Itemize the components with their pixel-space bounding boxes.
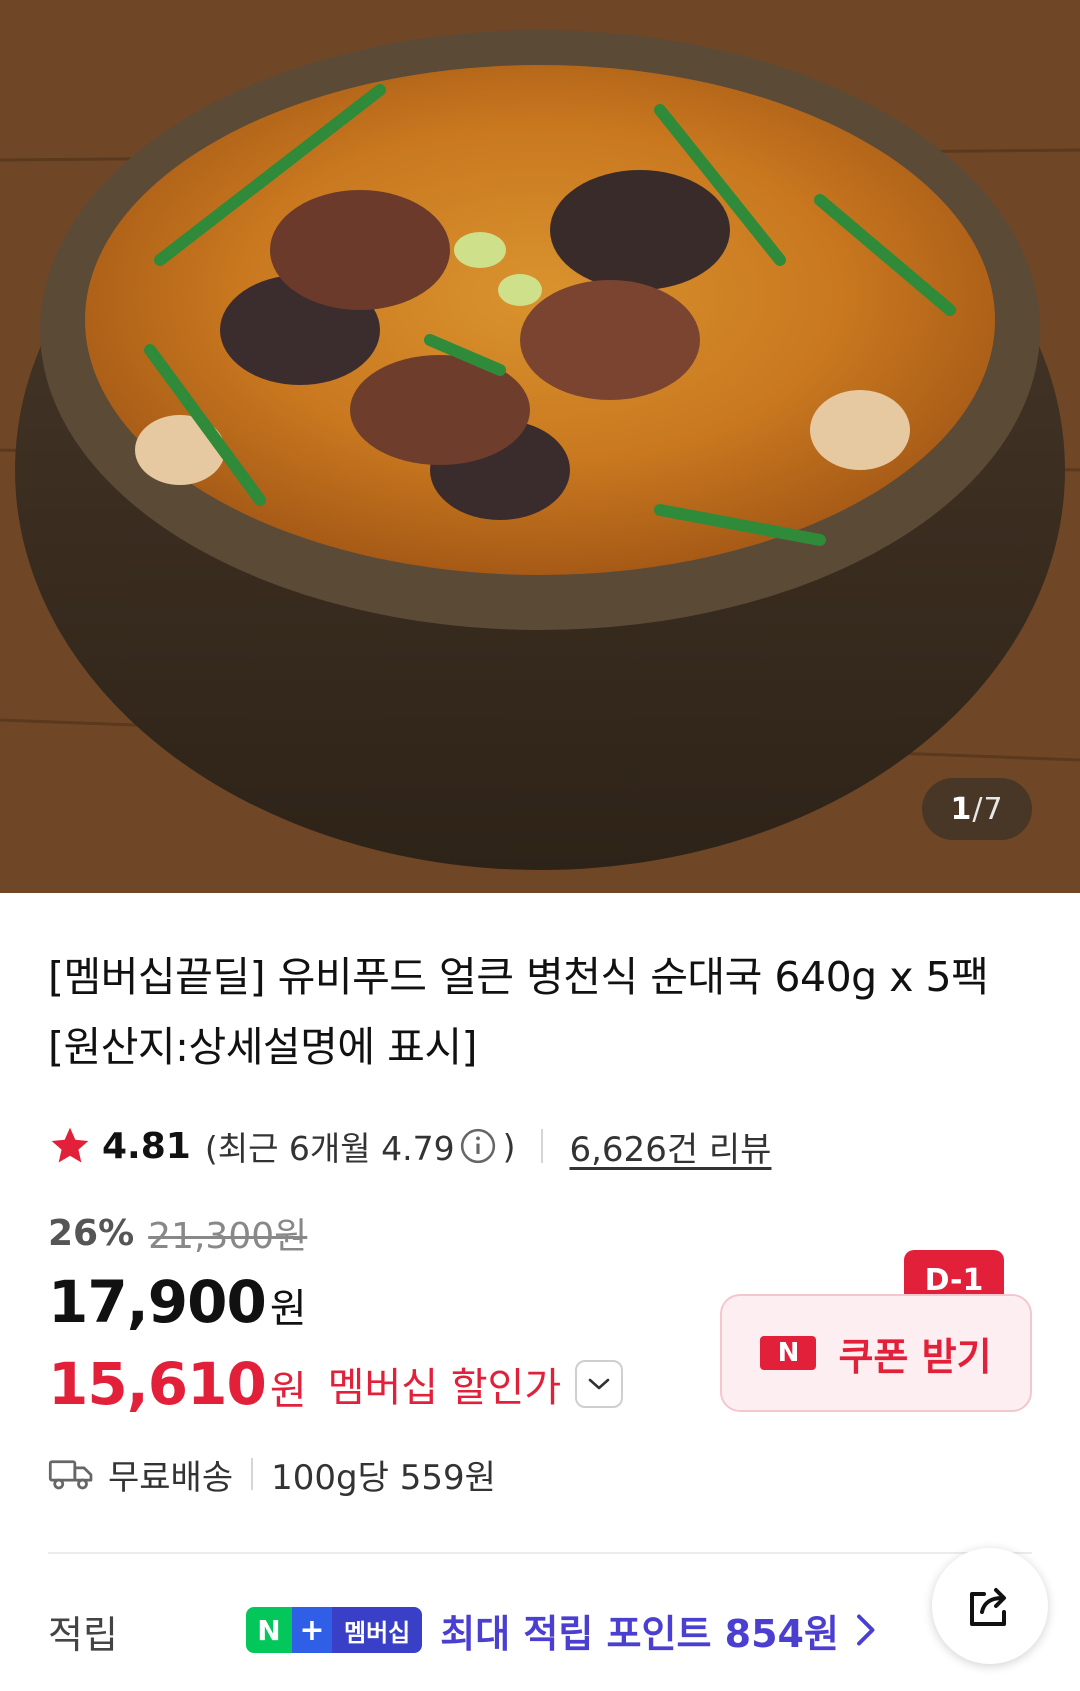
member-price-amount: 15,610 <box>48 1350 267 1418</box>
max-points-text: 최대 적립 포인트 854원 <box>440 1611 839 1656</box>
free-shipping: 무료배송 <box>108 1457 234 1498</box>
image-counter-current: 1 <box>950 791 973 827</box>
image-counter-separator: / <box>972 791 984 827</box>
rating-row: 4.81 (최근 6개월 4.79 ) 6,626건 리뷰 <box>48 1118 771 1174</box>
points-label: 적립 <box>48 1613 118 1657</box>
recent-rating-close: ) <box>502 1126 516 1166</box>
nplus-plus: + <box>292 1607 332 1653</box>
discount-row: 26% 21,300원 <box>48 1207 307 1259</box>
member-price-expand-button[interactable] <box>575 1360 624 1408</box>
original-price: 21,300원 <box>148 1216 308 1257</box>
unit-price: 100g당 559원 <box>271 1457 496 1498</box>
soup-photo <box>0 0 1080 893</box>
image-counter: 1 / 7 <box>922 778 1032 840</box>
recent-rating-text: (최근 6개월 4.79 <box>204 1129 455 1168</box>
discount-rate: 26% <box>48 1212 135 1254</box>
share-icon <box>970 1588 1006 1626</box>
product-title: [멤버십끝딜] 유비푸드 얼큰 병천식 순대국 640g x 5팩 [원산지:상… <box>48 953 989 1071</box>
member-price-unit: 원 <box>269 1368 307 1414</box>
nplus-n: N <box>246 1607 292 1653</box>
nplus-text: 멤버십 <box>332 1607 423 1653</box>
recent-rating: (최근 6개월 4.79 ) <box>205 1122 516 1170</box>
sale-price-amount: 17,900 <box>48 1268 267 1336</box>
share-button[interactable] <box>932 1548 1048 1664</box>
naver-n-logo: N <box>760 1336 817 1370</box>
chevron-down-icon <box>588 1378 610 1390</box>
truck-icon <box>48 1460 93 1490</box>
section-divider <box>48 1552 1032 1554</box>
divider <box>541 1129 544 1163</box>
nplus-membership-badge: N + 멤버십 <box>246 1607 423 1653</box>
sale-price: 17,900 원 <box>48 1268 307 1336</box>
info-icon[interactable] <box>459 1127 497 1165</box>
rating-score: 4.81 <box>102 1125 191 1167</box>
star-icon <box>51 1127 89 1163</box>
review-count-link[interactable]: 6,626건 리뷰 <box>569 1122 771 1171</box>
coupon-button-label: 쿠폰 받기 <box>838 1334 992 1379</box>
coupon-button[interactable]: N 쿠폰 받기 <box>720 1294 1032 1412</box>
points-link[interactable]: N + 멤버십 최대 적립 포인트 854원 <box>246 1600 877 1660</box>
member-price-label: 멤버십 할인가 <box>327 1365 562 1411</box>
delivery-row: 무료배송 100g당 559원 <box>48 1446 496 1502</box>
sale-price-unit: 원 <box>269 1286 307 1332</box>
member-price: 15,610 원 <box>48 1350 328 1418</box>
product-image[interactable]: 1 / 7 <box>0 0 1080 893</box>
chevron-right-icon <box>857 1614 875 1646</box>
image-counter-total: 7 <box>983 791 1004 827</box>
divider <box>251 1458 254 1490</box>
member-price-row: 15,610 원 멤버십 할인가 <box>48 1350 624 1418</box>
